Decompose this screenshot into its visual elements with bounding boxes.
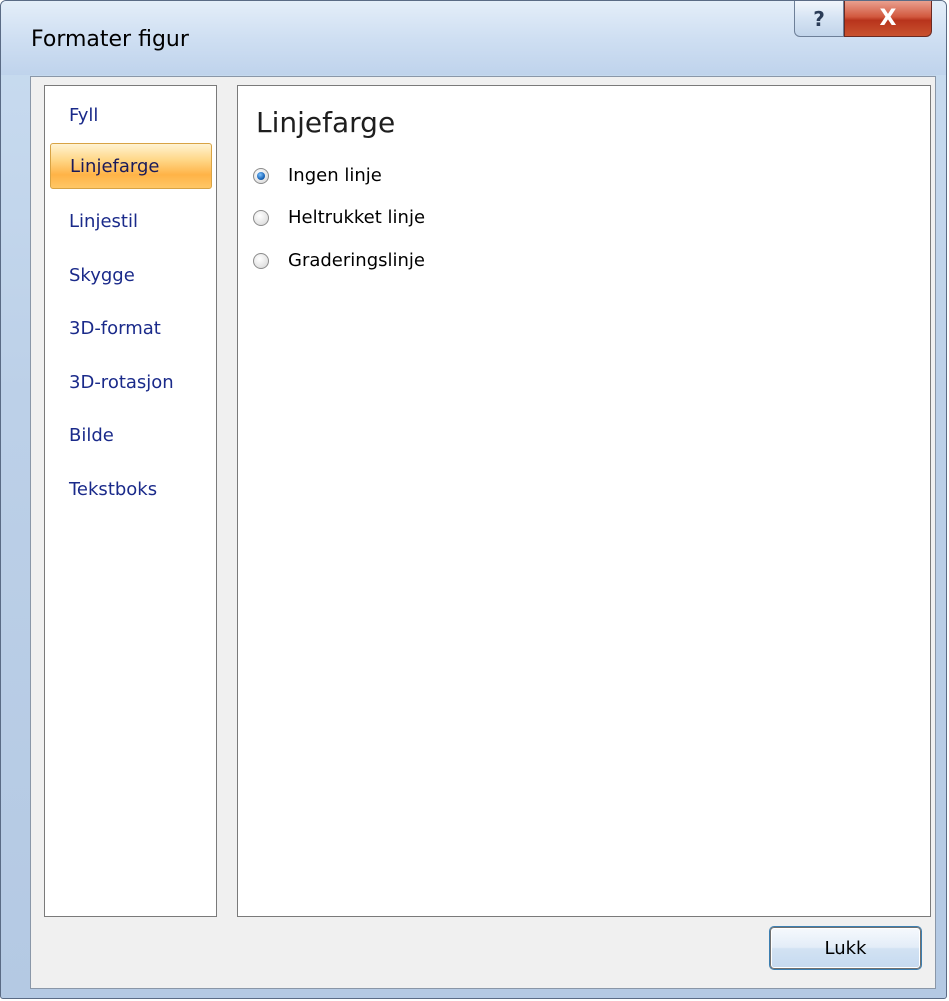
nav-item-label: Skygge (69, 264, 135, 286)
nav-item-label: Bilde (69, 424, 114, 446)
nav-item-label: 3D-format (69, 317, 161, 339)
title-bar[interactable]: Formater figur ? X (1, 1, 946, 75)
radio-checked-icon[interactable] (253, 167, 269, 184)
close-icon: X (879, 6, 897, 31)
nav-item-label: Linjefarge (70, 155, 160, 177)
help-button[interactable]: ? (794, 1, 844, 37)
window-close-button[interactable]: X (844, 1, 932, 37)
radio-unchecked-icon[interactable] (253, 252, 269, 269)
radio-label: Graderingslinje (288, 250, 425, 271)
nav-item-3d-rotasjon[interactable]: 3D-rotasjon (50, 359, 212, 405)
format-shape-dialog: Formater figur ? X Fyll Linjefarge Linje… (0, 0, 947, 999)
radio-label: Heltrukket linje (288, 207, 426, 228)
nav-item-skygge[interactable]: Skygge (50, 252, 212, 298)
radio-unchecked-icon[interactable] (253, 209, 269, 226)
nav-item-linjefarge[interactable]: Linjefarge (50, 143, 212, 189)
radio-heltrukket-linje[interactable]: Heltrukket linje (253, 207, 425, 228)
nav-item-3d-format[interactable]: 3D-format (50, 305, 212, 351)
radio-label: Ingen linje (288, 165, 382, 186)
options-panel: Linjefarge Ingen linje Heltrukket linje … (237, 85, 931, 917)
nav-item-label: 3D-rotasjon (69, 371, 174, 393)
dialog-body: Fyll Linjefarge Linjestil Skygge 3D-form… (30, 76, 936, 989)
nav-item-bilde[interactable]: Bilde (50, 412, 212, 458)
category-list: Fyll Linjefarge Linjestil Skygge 3D-form… (44, 85, 217, 917)
nav-item-label: Linjestil (69, 210, 138, 232)
nav-item-linjestil[interactable]: Linjestil (50, 198, 212, 244)
close-dialog-button[interactable]: Lukk (770, 927, 921, 969)
radio-graderingslinje[interactable]: Graderingslinje (253, 250, 425, 271)
nav-item-fyll[interactable]: Fyll (50, 92, 212, 138)
nav-item-label: Tekstboks (69, 478, 158, 500)
nav-item-label: Fyll (69, 104, 99, 126)
help-icon: ? (813, 6, 825, 31)
radio-ingen-linje[interactable]: Ingen linje (253, 165, 382, 186)
panel-title: Linjefarge (256, 106, 396, 139)
nav-item-tekstboks[interactable]: Tekstboks (50, 466, 212, 512)
window-title: Formater figur (31, 27, 189, 52)
